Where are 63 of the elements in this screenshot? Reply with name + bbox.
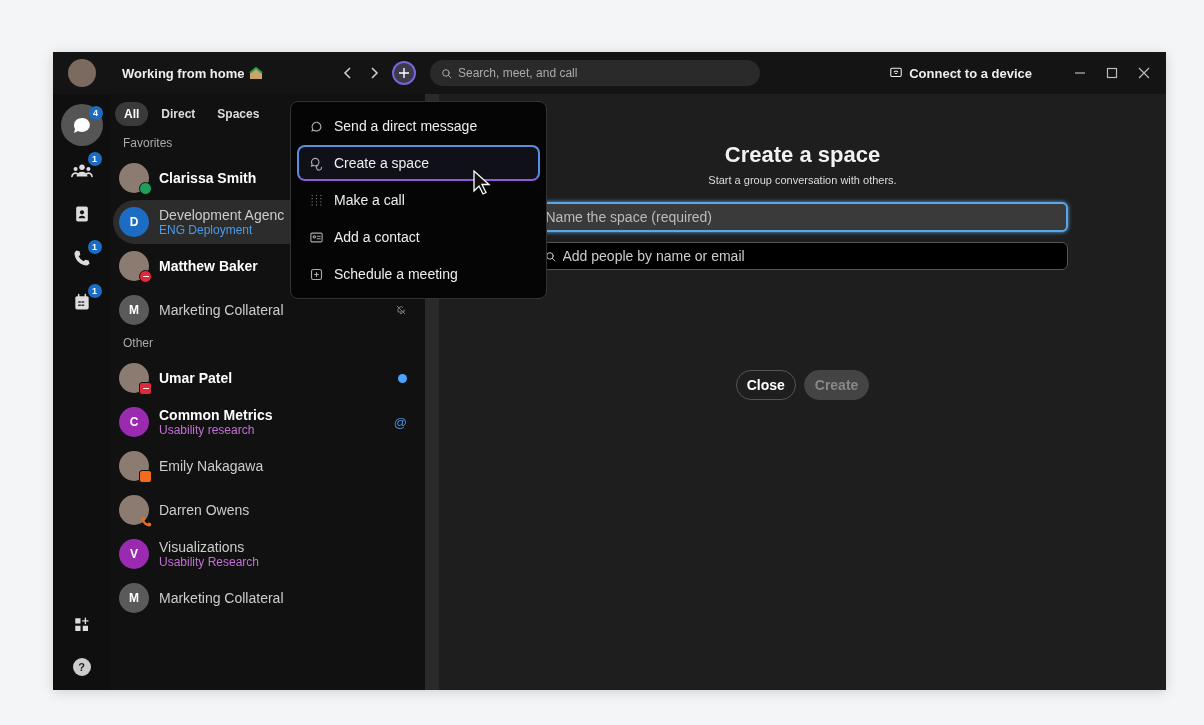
conversation-name: Darren Owens <box>159 502 250 518</box>
conversation-name: Umar Patel <box>159 370 233 386</box>
conversation-name: Visualizations <box>159 539 245 555</box>
new-button[interactable] <box>392 61 416 85</box>
dialog-title: Create a space <box>724 142 881 168</box>
conversation-name: Emily Nakagawa <box>159 458 264 474</box>
conversation-item[interactable]: V Visualizations Usability Research <box>113 532 419 576</box>
speech-bubbles-icon <box>309 155 324 171</box>
nav-rail-button[interactable]: 4 <box>60 104 103 146</box>
plus-icon <box>398 67 410 79</box>
letter-avatar: M <box>119 583 149 613</box>
filter-tab[interactable]: Spaces <box>208 102 269 126</box>
letter-avatar: M <box>119 295 149 325</box>
dialog-button[interactable]: Close <box>735 370 796 400</box>
conversation-name: Marketing Collateral <box>159 590 284 606</box>
conversation-name: Clarissa Smith <box>159 170 257 186</box>
nav-rail-button[interactable]: 1 <box>61 238 102 278</box>
conversation-subtitle: Usability research <box>159 423 255 437</box>
screen-icon <box>889 66 904 80</box>
search-field[interactable]: Search, meet, and call <box>430 60 760 86</box>
conversation-name: Common Metrics <box>159 407 273 423</box>
help-button[interactable]: ? <box>72 658 91 676</box>
calendar-plus-icon <box>309 266 324 282</box>
forward-icon[interactable] <box>368 66 380 80</box>
conversation-item[interactable]: Emily Nakagawa <box>113 444 419 488</box>
count-badge: 1 <box>87 152 102 166</box>
contact-card-icon <box>309 229 324 245</box>
conversation-name: Development Agenc <box>159 207 285 223</box>
close-icon[interactable] <box>1138 67 1150 79</box>
house-icon <box>248 66 263 80</box>
conversation-item[interactable]: C Common Metrics Usability research @ <box>113 400 419 444</box>
user-avatar[interactable] <box>67 59 96 87</box>
conversation-name: Matthew Baker <box>159 258 258 274</box>
section-header: Favorites <box>122 135 174 152</box>
menu-item[interactable]: Create a space <box>297 145 540 181</box>
section-header: Other <box>122 335 154 352</box>
filter-tab[interactable]: Direct <box>152 102 205 126</box>
filter-tab[interactable]: All <box>115 102 149 126</box>
mention-mark: @ <box>393 414 407 430</box>
conversation-item[interactable]: Umar Patel <box>113 356 419 400</box>
dialog-subtitle: Start a group conversation with others. <box>708 174 897 186</box>
nav-rail-button[interactable]: 1 <box>61 150 102 190</box>
status-text[interactable]: Working from home <box>122 65 245 81</box>
keypad-icon <box>309 192 324 208</box>
nav-rail-button[interactable]: 1 <box>61 282 102 322</box>
letter-avatar: V <box>119 539 149 569</box>
mouse-pointer-icon <box>473 170 491 196</box>
letter-avatar: C <box>119 407 149 437</box>
menu-item[interactable]: Schedule a meeting <box>297 256 540 292</box>
connect-device-button[interactable]: Connect to a device <box>883 64 1038 82</box>
apps-icon[interactable] <box>72 616 91 634</box>
conversation-name: Marketing Collateral <box>159 302 284 318</box>
maximize-icon[interactable] <box>1106 67 1118 79</box>
back-icon[interactable] <box>342 66 354 80</box>
conversation-subtitle: ENG Deployment <box>159 223 253 237</box>
count-badge: 1 <box>87 240 102 254</box>
menu-item[interactable]: Send a direct message <box>297 108 540 144</box>
conversation-subtitle: Usability Research <box>159 555 260 569</box>
count-badge: 4 <box>88 106 103 120</box>
conversation-item[interactable]: Darren Owens <box>113 488 419 532</box>
count-badge: 1 <box>87 284 102 298</box>
conversation-item[interactable]: M Marketing Collateral <box>113 576 419 620</box>
letter-avatar: D <box>119 207 149 237</box>
